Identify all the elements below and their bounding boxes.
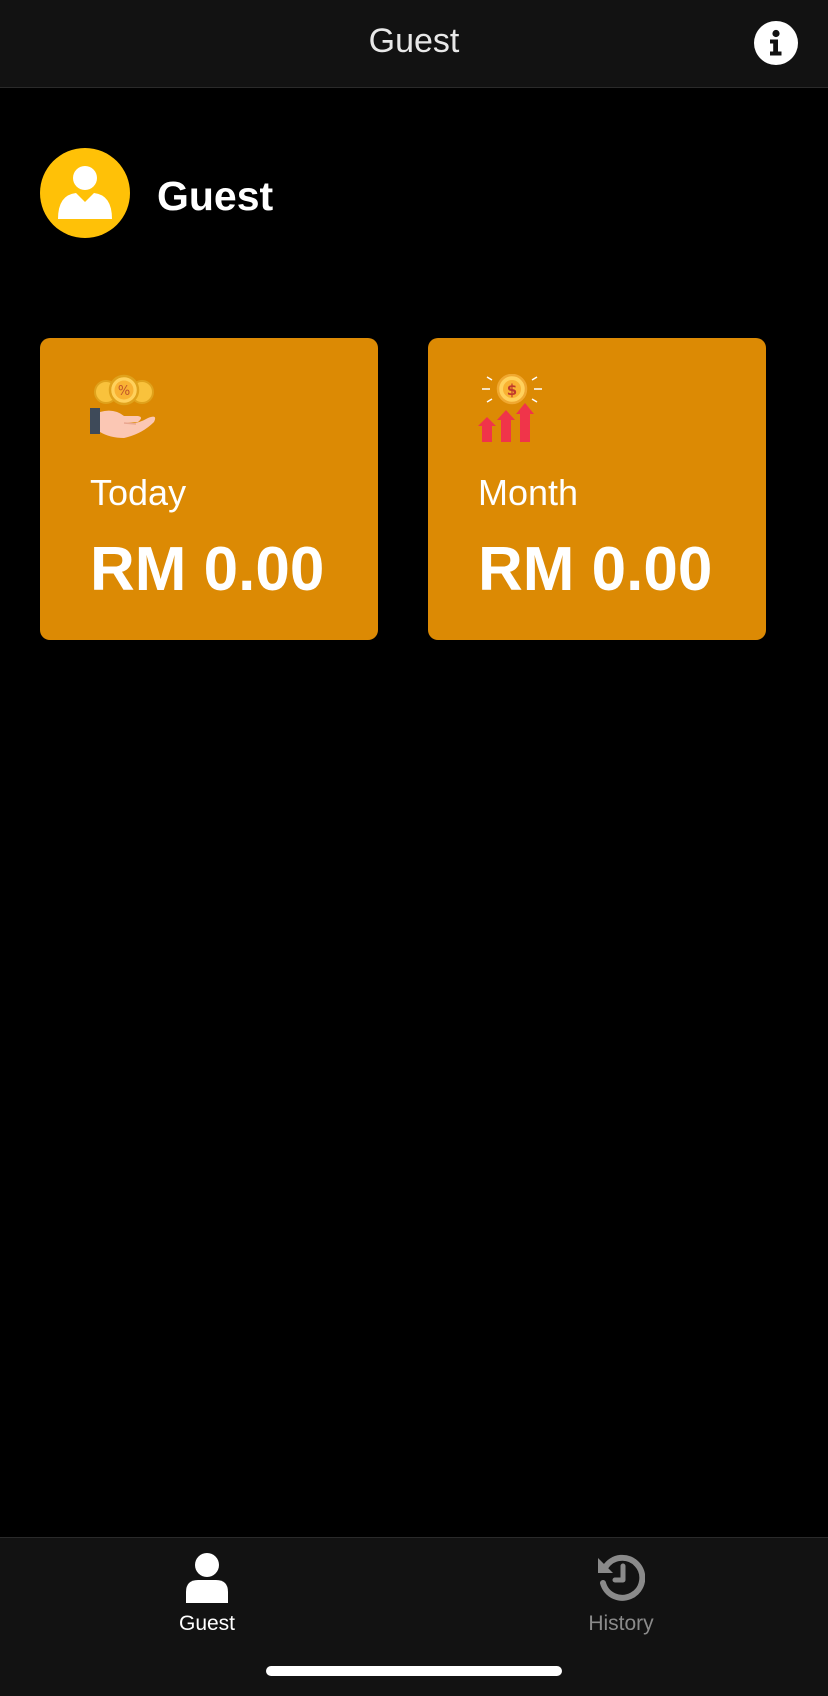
home-indicator — [266, 1666, 562, 1676]
history-icon — [598, 1554, 645, 1601]
tab-guest[interactable]: Guest — [107, 1552, 307, 1652]
tab-label: History — [588, 1612, 654, 1635]
info-button[interactable] — [754, 21, 798, 65]
info-icon — [770, 29, 782, 56]
today-earnings-card: % Today RM 0.00 — [40, 338, 378, 640]
coins-hand-icon: % — [90, 374, 156, 438]
card-label: Month — [478, 472, 579, 513]
svg-text:$: $ — [507, 381, 517, 399]
card-amount: RM 0.00 — [90, 535, 325, 604]
card-amount: RM 0.00 — [478, 535, 713, 604]
user-icon — [58, 166, 112, 219]
card-label: Today — [90, 472, 187, 513]
profile-name: Guest — [157, 173, 274, 219]
person-icon — [186, 1553, 228, 1603]
top-app-bar: Guest — [0, 0, 828, 88]
svg-text:%: % — [118, 384, 130, 399]
month-earnings-card: $ Month RM 0.00 — [428, 338, 766, 640]
tab-history[interactable]: History — [521, 1552, 721, 1652]
avatar — [40, 148, 130, 238]
tab-label: Guest — [178, 1612, 236, 1635]
dollar-growth-icon: $ — [478, 374, 542, 442]
page-title: Guest — [368, 22, 460, 60]
